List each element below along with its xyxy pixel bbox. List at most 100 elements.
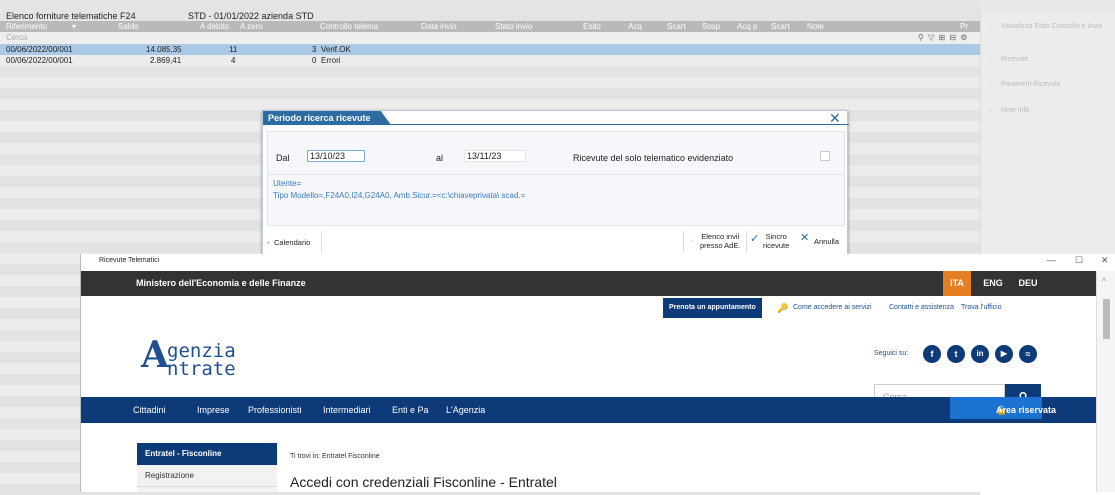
left-nav: Entratel - Fisconline Registrazione bbox=[137, 443, 277, 492]
col-riferimento[interactable]: Riferimento bbox=[6, 21, 47, 32]
calendar-dot-icon: ◦ bbox=[267, 238, 270, 247]
dal-date-input[interactable]: 13/10/23 bbox=[307, 150, 365, 162]
al-date-input[interactable]: 13/11/23 bbox=[464, 150, 526, 162]
main-nav: Cittadini Imprese Professionisti Interme… bbox=[81, 397, 1096, 423]
dialog-title: Periodo ricerca ricevute bbox=[263, 111, 391, 125]
sincro-ricevute-button[interactable]: Sincro ricevute bbox=[763, 232, 789, 250]
evidenziato-label: Ricevute del solo telematico evidenziato bbox=[573, 153, 734, 163]
table-row[interactable] bbox=[0, 88, 980, 99]
app-subtitle: STD - 01/01/2022 azienda STD bbox=[188, 11, 314, 21]
come-accedere-link[interactable]: Come accedere ai servizi bbox=[793, 298, 872, 318]
lang-eng[interactable]: ENG bbox=[979, 271, 1007, 296]
maximize-button[interactable]: ☐ bbox=[1075, 254, 1083, 267]
col-sosp[interactable]: Sosp bbox=[702, 21, 720, 32]
grid-header: Riferimento ▾ Saldo A debito A zero Cont… bbox=[0, 21, 980, 32]
dal-label: Dal bbox=[276, 153, 290, 163]
cell-controllo: Verif.OK bbox=[321, 45, 351, 54]
button-separator bbox=[321, 231, 322, 253]
nav-intermediari[interactable]: Intermediari bbox=[323, 397, 371, 423]
nav-enti-pa[interactable]: Enti e Pa bbox=[392, 397, 429, 423]
grid-toolbar-icons[interactable]: ⚲ ▽ ⊞ ⊟ ⚙ bbox=[918, 32, 968, 44]
col-pr[interactable]: Pr bbox=[960, 21, 968, 32]
col-scart[interactable]: Scart bbox=[667, 21, 686, 32]
mef-topbar: Ministero dell'Economia e delle Finanze … bbox=[81, 271, 1096, 296]
cell-saldo: 2.869,41 bbox=[150, 56, 182, 65]
table-row[interactable] bbox=[0, 77, 980, 88]
side-parametri-ricevute[interactable]: Parametri Ricevute bbox=[1001, 80, 1111, 89]
col-scart-2[interactable]: Scart bbox=[771, 21, 790, 32]
lang-ita[interactable]: ITA bbox=[943, 271, 971, 296]
side-visualizza-esito[interactable]: Visualizza Esito Controllo e Invio bbox=[1001, 22, 1111, 31]
col-a-debito[interactable]: A debito bbox=[200, 21, 229, 32]
evidenziato-checkbox[interactable] bbox=[820, 151, 830, 161]
scroll-up-icon[interactable]: ^ bbox=[1102, 277, 1106, 286]
col-data-invio[interactable]: Data invio bbox=[421, 21, 457, 32]
logo-line-2: ntrate bbox=[167, 358, 236, 380]
prenota-link[interactable]: Prenota un appuntamento bbox=[663, 298, 762, 318]
left-nav-registrazione[interactable]: Registrazione bbox=[137, 465, 277, 487]
nav-imprese[interactable]: Imprese bbox=[197, 397, 230, 423]
lang-deu[interactable]: DEU bbox=[1014, 271, 1042, 296]
close-window-button[interactable]: ✕ bbox=[1101, 254, 1109, 267]
browser-titlebar: Ricevute Telematici — ☐ ✕ bbox=[81, 254, 1115, 271]
col-a-zero[interactable]: A zero bbox=[240, 21, 263, 32]
cell-debito: 11 bbox=[229, 45, 238, 54]
annulla-button[interactable]: Annulla bbox=[814, 237, 839, 246]
contatti-link[interactable]: Contatti e assistenza bbox=[889, 298, 954, 318]
table-row[interactable] bbox=[0, 99, 980, 110]
nav-professionisti[interactable]: Professionisti bbox=[248, 397, 302, 423]
table-row[interactable]: 00/06/2022/00/001 14.085,35 11 3 Verif.O… bbox=[0, 44, 980, 55]
trova-ufficio-link[interactable]: Trova l'ufficio bbox=[961, 298, 1002, 318]
dialog-title-line bbox=[263, 124, 849, 125]
cell-riferimento: 00/06/2022/00/001 bbox=[6, 56, 73, 65]
linkedin-icon[interactable]: in bbox=[971, 345, 989, 363]
key-icon: 🔑 bbox=[777, 303, 789, 313]
col-acq[interactable]: Acq bbox=[628, 21, 642, 32]
tipo-modello-text: Tipo Modello=,F24A0,I24,G24A0, Amb.Sicur… bbox=[273, 191, 526, 200]
grid-search-row[interactable]: Cerca ⚲ ▽ ⊞ ⊟ ⚙ bbox=[0, 32, 980, 44]
minimize-button[interactable]: — bbox=[1047, 254, 1056, 267]
col-acq-p[interactable]: Acq p bbox=[737, 21, 757, 32]
col-stato-invio[interactable]: Stato invio bbox=[495, 21, 532, 32]
cell-zero: 3 bbox=[312, 45, 317, 54]
elenco-invii-button[interactable]: Elenco invii presso AdE. bbox=[700, 232, 740, 250]
col-saldo[interactable]: Saldo bbox=[118, 21, 138, 32]
chevron-right-icon: › bbox=[989, 24, 992, 31]
twitter-icon[interactable]: t bbox=[947, 345, 965, 363]
nav-cittadini[interactable]: Cittadini bbox=[133, 397, 166, 423]
periodo-ricerca-dialog: Periodo ricerca ricevute ✕ Dal 13/10/23 … bbox=[262, 110, 849, 255]
sort-icon[interactable]: ▾ bbox=[72, 21, 76, 32]
youtube-icon[interactable]: ▶ bbox=[995, 345, 1013, 363]
browser-scrollbar[interactable]: ^ bbox=[1096, 271, 1115, 492]
logo-mark: A bbox=[141, 334, 169, 376]
rss-icon[interactable]: ≈ bbox=[1019, 345, 1037, 363]
nav-agenzia[interactable]: L'Agenzia bbox=[446, 397, 485, 423]
side-ricevute[interactable]: Ricevute bbox=[1001, 55, 1111, 64]
seguici-label: Seguici su: bbox=[874, 350, 909, 357]
left-nav-active[interactable]: Entratel - Fisconline bbox=[137, 443, 277, 465]
elenco-line1: Elenco invii bbox=[701, 232, 740, 241]
chevron-right-icon: › bbox=[989, 56, 992, 63]
breadcrumb: Ti trovi in: Entratel Fisconline bbox=[290, 453, 380, 460]
page-content: Entratel - Fisconline Registrazione Ti t… bbox=[81, 423, 1096, 492]
col-esito[interactable]: Esito bbox=[583, 21, 601, 32]
agenzia-entrate-logo[interactable]: A genzia ntrate bbox=[141, 334, 301, 386]
ministry-title[interactable]: Ministero dell'Economia e delle Finanze bbox=[136, 278, 306, 288]
col-note[interactable]: Note bbox=[807, 21, 824, 32]
page-title: Accedi con credenziali Fisconline - Entr… bbox=[290, 474, 557, 490]
cell-zero: 0 bbox=[312, 56, 317, 65]
close-icon[interactable]: ✕ bbox=[829, 110, 841, 127]
area-riservata-button[interactable]: 🔒 Area riservata bbox=[950, 397, 1056, 419]
side-note-info[interactable]: Note Info bbox=[1001, 106, 1111, 115]
calendario-button[interactable]: Calendario bbox=[274, 238, 310, 247]
table-row[interactable]: 00/06/2022/00/001 2.869,41 4 0 Errori bbox=[0, 55, 980, 66]
chevron-right-icon: › bbox=[989, 81, 992, 88]
table-row[interactable] bbox=[0, 66, 980, 77]
browser-title: Ricevute Telematici bbox=[99, 257, 160, 264]
elenco-line2: presso AdE. bbox=[700, 241, 741, 250]
facebook-icon[interactable]: f bbox=[923, 345, 941, 363]
scroll-thumb[interactable] bbox=[1103, 299, 1110, 339]
grid-search-input[interactable]: Cerca bbox=[6, 32, 27, 44]
al-label: al bbox=[436, 153, 444, 163]
col-controllo-telema[interactable]: Controllo telema bbox=[320, 21, 378, 32]
